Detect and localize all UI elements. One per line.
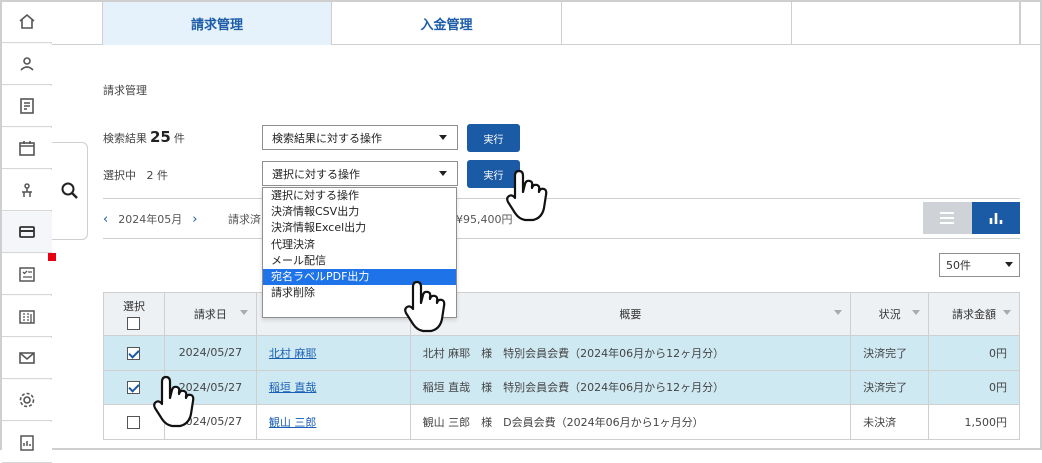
amount-cell: 0円 xyxy=(928,369,1020,405)
selected-label: 選択中 xyxy=(103,169,136,182)
status-cell: 未決済 xyxy=(850,404,930,440)
sort-icon xyxy=(1003,310,1011,315)
selected-count: 選択中 2 件 xyxy=(103,167,168,183)
selection-action-value: 選択に対する操作 xyxy=(272,167,360,181)
header-select-label: 選択 xyxy=(122,300,145,313)
amount-cell: 1,500円 xyxy=(928,404,1020,440)
search-icon xyxy=(61,182,78,199)
sort-icon xyxy=(239,310,248,315)
row-checkbox[interactable] xyxy=(127,415,141,429)
search-result-label: 検索結果 xyxy=(103,132,147,145)
customer-link[interactable]: 北村 麻耶 xyxy=(269,347,317,360)
search-panel-toggle[interactable] xyxy=(52,142,88,240)
tab-empty-4[interactable] xyxy=(792,2,1020,45)
table-row: 2024/05/27 観山 三郎 観山 三郎 様 D会員会費（2024年06月か… xyxy=(103,404,1020,440)
customer-link[interactable]: 観山 三郎 xyxy=(269,416,317,429)
divider xyxy=(103,198,1020,199)
bulk-action-value: 検索結果に対する操作 xyxy=(272,131,382,145)
tab-bar-end xyxy=(1020,2,1040,45)
search-result-number: 25 xyxy=(150,128,171,146)
bar-chart-icon xyxy=(989,213,1003,224)
tab-payment[interactable]: 入金管理 xyxy=(332,2,562,45)
selection-action-select[interactable]: 選択に対する操作 xyxy=(262,161,458,186)
report-icon[interactable] xyxy=(2,422,52,463)
notification-badge xyxy=(48,253,56,261)
column-header-summary[interactable]: 概要 xyxy=(409,292,852,336)
row-checkbox[interactable] xyxy=(127,346,141,360)
month-label: 2024年05月 xyxy=(118,213,183,226)
divider xyxy=(103,238,1020,239)
dropdown-option[interactable]: 決済情報Excel出力 xyxy=(263,220,456,236)
column-header-amount[interactable]: 請求金額 xyxy=(928,292,1020,336)
header-amount-label: 請求金額 xyxy=(952,308,997,321)
chevron-left-icon[interactable]: ‹ xyxy=(103,212,108,227)
caret-down-icon xyxy=(439,171,447,176)
breadcrumb: 請求管理 xyxy=(103,84,147,97)
pointer-hand-icon xyxy=(404,280,446,333)
mail-icon[interactable] xyxy=(2,338,52,379)
name-cell: 観山 三郎 xyxy=(255,404,411,440)
customer-link[interactable]: 稲垣 直哉 xyxy=(269,381,317,394)
user-icon[interactable] xyxy=(2,44,52,85)
tab-billing[interactable]: 請求管理 xyxy=(102,2,332,45)
header-summary-label: 概要 xyxy=(619,308,642,321)
building-icon[interactable] xyxy=(2,296,52,337)
per-page-select[interactable]: 50件 xyxy=(939,253,1020,277)
row-select-cell xyxy=(103,335,165,371)
dropdown-option[interactable]: 代理決済 xyxy=(263,237,456,253)
amount-cell: 0円 xyxy=(928,335,1020,371)
bulk-action-select[interactable]: 検索結果に対する操作 xyxy=(262,125,458,150)
billing-table: 選択 請求日 概要 状況 請求金額 2024/05/27 北村 麻耶 北村 麻耶… xyxy=(103,292,1020,440)
summary-cell: 観山 三郎 様 D会員会費（2024年06月から1ヶ月分） xyxy=(409,404,852,440)
home-icon[interactable] xyxy=(2,2,52,43)
chevron-right-icon[interactable]: › xyxy=(192,212,197,227)
table-row: 2024/05/27 稲垣 直哉 稲垣 直哉 様 特別会員会費（2024年06月… xyxy=(103,369,1020,405)
dropdown-option[interactable]: 選択に対する操作 xyxy=(263,188,456,204)
column-header-date[interactable]: 請求日 xyxy=(163,292,257,336)
seat-icon[interactable] xyxy=(2,170,52,211)
table-row: 2024/05/27 北村 麻耶 北村 麻耶 様 特別会員会費（2024年06月… xyxy=(103,335,1020,371)
column-header-select: 選択 xyxy=(103,292,165,336)
list-icon xyxy=(940,212,955,224)
name-cell: 北村 麻耶 xyxy=(255,335,411,371)
per-page-value: 50件 xyxy=(946,259,971,272)
list-view-button[interactable] xyxy=(923,202,972,234)
row-checkbox[interactable] xyxy=(127,381,141,394)
bulk-action-execute-button[interactable]: 実行 xyxy=(467,124,520,152)
pointer-hand-icon xyxy=(506,169,548,222)
caret-down-icon xyxy=(1005,262,1013,267)
month-navigator: ‹ 2024年05月 › xyxy=(103,211,197,227)
select-all-checkbox[interactable] xyxy=(127,317,141,330)
search-result-unit: 件 xyxy=(173,132,185,145)
chart-view-button[interactable] xyxy=(971,202,1020,234)
status-cell: 決済完了 xyxy=(850,335,930,371)
view-toggle xyxy=(923,202,1020,234)
dropdown-option[interactable]: 決済情報CSV出力 xyxy=(263,204,456,220)
summary-cell: 稲垣 直哉 様 特別会員会費（2024年06月から12ヶ月分） xyxy=(409,369,852,405)
summary-billed: 請求済 xyxy=(228,213,261,226)
tab-empty-3[interactable] xyxy=(562,2,792,45)
date-cell: 2024/05/27 xyxy=(163,335,257,371)
sidebar xyxy=(2,2,56,463)
selected-number: 2 xyxy=(146,169,154,182)
status-cell: 決済完了 xyxy=(850,369,930,405)
selected-unit: 件 xyxy=(157,169,168,182)
tab-bar: 請求管理 入金管理 xyxy=(52,2,1020,45)
search-result-count: 検索結果 25 件 xyxy=(103,128,185,146)
dropdown-option[interactable]: メール配信 xyxy=(263,253,456,269)
header-date-label: 請求日 xyxy=(193,308,227,321)
pointer-hand-icon xyxy=(153,375,195,428)
card-icon[interactable] xyxy=(2,212,52,253)
summary-cell: 北村 麻耶 様 特別会員会費（2024年06月から12ヶ月分） xyxy=(409,335,852,371)
note-icon[interactable] xyxy=(2,86,52,127)
header-status-label: 状況 xyxy=(878,308,901,321)
gear-icon[interactable] xyxy=(2,380,52,421)
calendar-icon[interactable] xyxy=(2,128,52,169)
name-cell: 稲垣 直哉 xyxy=(255,369,411,405)
sort-icon xyxy=(912,310,921,315)
column-header-status[interactable]: 状況 xyxy=(850,292,930,336)
caret-down-icon xyxy=(439,135,447,140)
checklist-icon[interactable] xyxy=(2,253,56,295)
sort-icon xyxy=(834,310,843,315)
